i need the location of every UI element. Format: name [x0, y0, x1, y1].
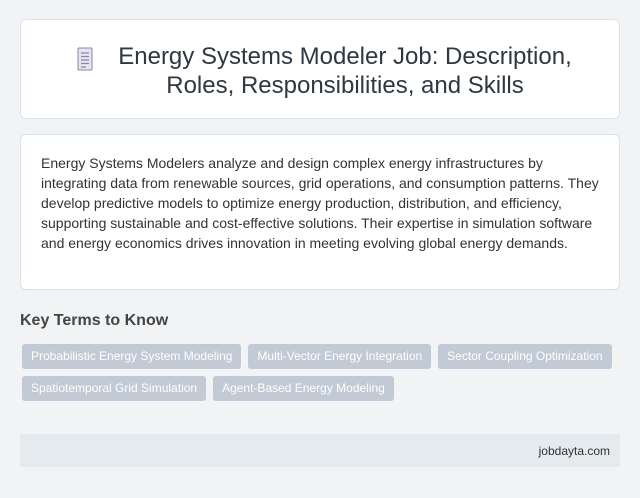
key-terms-list: Probabilistic Energy System Modeling Mul… — [22, 344, 622, 401]
footer-bar: jobdayta.com — [20, 434, 620, 467]
key-term-tag[interactable]: Sector Coupling Optimization — [438, 344, 612, 369]
page-title: Energy Systems Modeler Job: Description,… — [118, 43, 572, 99]
key-term-tag[interactable]: Multi-Vector Energy Integration — [248, 344, 432, 369]
document-icon — [75, 47, 95, 71]
job-description: Energy Systems Modelers analyze and desi… — [41, 155, 599, 251]
key-term-tag[interactable]: Agent-Based Energy Modeling — [213, 376, 394, 401]
key-terms-heading: Key Terms to Know — [20, 312, 169, 329]
footer-site-link[interactable]: jobdayta.com — [539, 444, 610, 458]
key-term-tag[interactable]: Spatiotemporal Grid Simulation — [22, 376, 207, 401]
key-term-tag[interactable]: Probabilistic Energy System Modeling — [22, 344, 242, 369]
